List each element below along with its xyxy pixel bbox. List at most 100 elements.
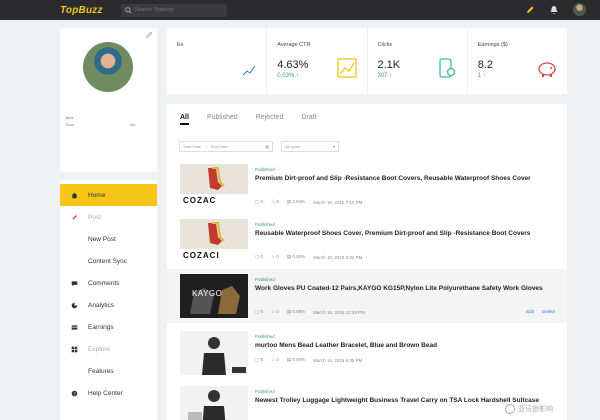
post-meta: ▢ 0 ♧ 0 ▤ 0.00% March 19, 2019 4:32 PM (255, 254, 362, 260)
calendar-icon[interactable]: ▦ (265, 144, 269, 149)
sidebar-item-label: Features (88, 367, 114, 375)
piggy-bank-icon (538, 62, 556, 77)
stat-value: 2.1K (377, 59, 401, 71)
status-badge: Published (255, 167, 275, 172)
sidebar: Home Post New Post Content Sync Comments… (60, 180, 157, 420)
sidebar-item-label: Analytics (88, 301, 115, 309)
post-thumbnail[interactable]: KAYGO (180, 274, 248, 318)
sidebar-item-content-sync[interactable]: Content Sync (60, 250, 157, 272)
post-row[interactable]: COZACI Published Reusable Waterproof Sho… (167, 214, 567, 268)
sidebar-item-label: Explore (88, 345, 111, 353)
help-icon: ? (71, 390, 78, 396)
start-date-field[interactable]: Start Date (183, 144, 201, 149)
end-date-field[interactable]: End Date (211, 144, 228, 149)
post-row[interactable]: COZAC Published Premium Dirt-proof and S… (167, 159, 567, 213)
delete-link[interactable]: Delete (542, 309, 555, 314)
post-row[interactable]: KAYGO Published Work Gloves PU Coated-12… (167, 269, 567, 323)
thumb-brand-text: COZAC (183, 196, 217, 205)
post-meta: ▢ 0 ♧ 0 ▤ 5.08% March 16, 2019 12:38 PM (255, 309, 365, 315)
post-date: March 14, 2019 9:35 PM (313, 357, 363, 363)
sidebar-item-label: Help Center (88, 389, 123, 397)
stat-card-earnings: Earnings ($) 8.2 1 ↑ (468, 28, 567, 94)
sidebar-item-analytics[interactable]: Analytics (60, 294, 157, 316)
comment-icon (71, 280, 78, 286)
stat-card-clicks: Clicks 2.1K 307 ↑ (368, 28, 468, 94)
chevron-down-icon: ▾ (332, 144, 335, 149)
edit-link[interactable]: Edit (526, 309, 534, 314)
ctr-value: ▤ 2.84% (286, 199, 306, 204)
post-title[interactable]: Premium Dirt-proof and Slip -Resistance … (255, 174, 555, 183)
sidebar-item-explore[interactable]: Explore (60, 338, 157, 360)
search-input[interactable] (134, 7, 215, 13)
like-count: ♧ 0 (271, 309, 279, 314)
profile-stat-right: ath (130, 122, 136, 127)
like-count: ♧ 0 (271, 254, 279, 259)
thumb-brand-text: COZACI (183, 251, 220, 260)
post-row[interactable]: Published murtoo Mens Bead Leather Brace… (167, 326, 567, 380)
sidebar-item-comments[interactable]: Comments (60, 272, 157, 294)
search-icon (124, 6, 132, 14)
like-count: ♧ 0 (271, 357, 279, 362)
like-count: ♧ 0 (271, 199, 279, 204)
ctr-value: ▤ 0.00% (286, 254, 306, 259)
comment-count: ▢ 0 (255, 309, 264, 314)
type-select[interactable]: All types ▾ (281, 141, 339, 152)
post-meta: ▢ 0 ♧ 0 ▤ 0.00% March 14, 2019 9:35 PM (255, 357, 362, 363)
comment-count: ▢ 0 (255, 199, 264, 204)
stat-change: 307 ↑ (377, 73, 393, 79)
sidebar-item-new-post[interactable]: New Post (60, 228, 157, 250)
tab-all[interactable]: All (180, 114, 189, 125)
profile-photo (83, 42, 133, 92)
status-badge: Published (255, 389, 275, 394)
sidebar-item-label: New Post (88, 235, 116, 243)
post-thumbnail[interactable] (180, 386, 248, 420)
search-box[interactable] (120, 3, 227, 17)
bell-icon[interactable] (549, 5, 559, 15)
pencil-icon (72, 214, 77, 220)
thumb-brand-text: KAYGO (192, 289, 223, 298)
edit-profile-icon[interactable] (145, 31, 153, 39)
stat-label: Average CTR (277, 42, 311, 48)
sidebar-item-earnings[interactable]: Earnings (60, 316, 157, 338)
post-title[interactable]: Work Gloves PU Coated-12 Pairs,KAYGO KG1… (255, 284, 555, 293)
sidebar-item-features[interactable]: Features (60, 360, 157, 382)
grid-icon (71, 346, 78, 352)
stat-change: 0.03% ↑ (277, 73, 299, 79)
earnings-icon (71, 324, 78, 330)
trend-chart-icon (242, 65, 256, 76)
post-title[interactable]: Reusable Waterproof Shoes Cover, Premium… (255, 229, 555, 238)
post-tabs: All Published Rejected Draft (180, 114, 317, 125)
pencil-icon[interactable] (525, 5, 535, 15)
post-thumbnail[interactable] (180, 331, 248, 375)
sidebar-item-label: Content Sync (88, 257, 128, 265)
luggage-video-image (188, 390, 226, 420)
post-row[interactable]: Published Newest Trolley Luggage Lightwe… (167, 381, 567, 420)
tab-published[interactable]: Published (207, 114, 238, 125)
stats-panel: Ex Average CTR 4.63% 0.03% ↑ Clicks 2.1K… (167, 28, 567, 94)
post-thumbnail[interactable]: COZACI (180, 219, 248, 263)
post-title[interactable]: murtoo Mens Bead Leather Bracelet, Blue … (255, 341, 555, 350)
tab-rejected[interactable]: Rejected (256, 114, 284, 125)
arrow-right-icon: → (204, 144, 209, 149)
post-thumbnail[interactable]: COZAC (180, 164, 248, 208)
stat-change: 1 ↑ (477, 73, 486, 79)
stat-value: 4.63% (277, 59, 309, 71)
user-avatar[interactable] (573, 3, 586, 16)
stat-card-first: Ex (167, 28, 268, 94)
topbuzz-logo[interactable]: TopBuzz (60, 5, 103, 16)
ctr-value: ▤ 0.00% (286, 357, 306, 362)
stat-label: Ex (177, 42, 184, 48)
sidebar-item-post[interactable]: Post (60, 206, 157, 228)
sidebar-item-home[interactable]: Home (60, 184, 157, 206)
profile-card: fans Burs ath (60, 28, 157, 172)
tab-draft[interactable]: Draft (301, 114, 316, 125)
filters: Start Date → End Date ▦ All types ▾ (179, 141, 339, 152)
sidebar-item-help-center[interactable]: ? Help Center (60, 382, 157, 404)
analytics-icon (71, 302, 78, 308)
watermark: 亚马逊影响 (505, 404, 553, 414)
stat-card-ctr: Average CTR 4.63% 0.03% ↑ (267, 28, 368, 94)
posts-panel: All Published Rejected Draft Start Date … (167, 104, 567, 420)
watermark-text: 亚马逊影响 (518, 406, 553, 413)
sidebar-item-label: Earnings (88, 323, 114, 331)
date-range-picker[interactable]: Start Date → End Date ▦ (179, 141, 273, 152)
